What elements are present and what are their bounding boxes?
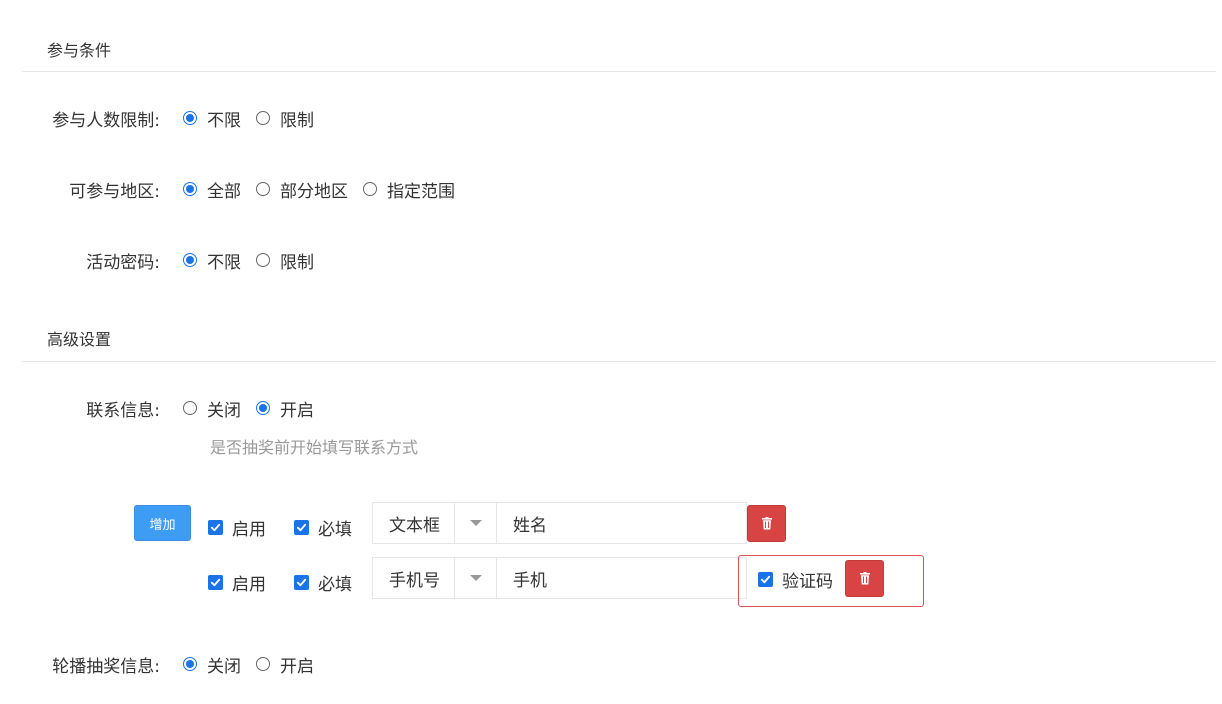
- checkbox-checked-icon[interactable]: [294, 574, 309, 590]
- trash-icon: [761, 517, 772, 530]
- radio-unchecked-icon[interactable]: [256, 182, 270, 196]
- field-row-name: 启用 必填: [208, 506, 364, 548]
- trash-icon: [859, 572, 870, 585]
- password-radio-group: 不限 限制: [183, 248, 329, 273]
- add-field-button[interactable]: 增加: [134, 505, 191, 541]
- checkbox-checked-icon[interactable]: [208, 574, 223, 590]
- radio-checked-icon[interactable]: [256, 401, 270, 415]
- section-divider: [22, 71, 1216, 72]
- delete-field-button[interactable]: [747, 505, 786, 542]
- password-option-unlimited[interactable]: 不限: [183, 248, 241, 273]
- region-row: 可参与地区: 全部 部分地区 指定范围: [0, 174, 470, 204]
- checkbox-checked-icon[interactable]: [294, 519, 309, 535]
- radio-unchecked-icon[interactable]: [183, 401, 197, 415]
- password-label: 活动密码:: [86, 252, 160, 273]
- field-type-value: 文本框: [373, 503, 455, 543]
- participant-limit-option-limited[interactable]: 限制: [256, 106, 314, 131]
- verify-code-checkbox[interactable]: 验证码: [758, 567, 833, 592]
- contact-info-radio-group: 关闭 开启: [183, 396, 329, 421]
- carousel-label: 轮播抽奖信息:: [52, 656, 160, 677]
- field-name-input[interactable]: [497, 558, 746, 598]
- contact-info-option-on[interactable]: 开启: [256, 396, 314, 421]
- carousel-row: 轮播抽奖信息: 关闭 开启: [0, 649, 329, 679]
- caret-down-icon[interactable]: [455, 558, 497, 598]
- participant-limit-label: 参与人数限制:: [52, 110, 160, 131]
- password-option-limited[interactable]: 限制: [256, 248, 314, 273]
- field-row-phone: 启用 必填: [208, 561, 364, 603]
- caret-down-icon[interactable]: [455, 503, 497, 543]
- radio-unchecked-icon[interactable]: [363, 182, 377, 196]
- field-enable-checkbox[interactable]: 启用: [208, 570, 266, 595]
- radio-checked-icon[interactable]: [183, 182, 197, 196]
- radio-unchecked-icon[interactable]: [256, 253, 270, 267]
- section-title-participation: 参与条件: [47, 41, 112, 60]
- field-required-checkbox[interactable]: 必填: [294, 570, 352, 595]
- section-divider: [22, 361, 1216, 362]
- section-title-advanced: 高级设置: [47, 330, 112, 349]
- password-row: 活动密码: 不限 限制: [0, 245, 329, 275]
- region-radio-group: 全部 部分地区 指定范围: [183, 177, 470, 202]
- field-required-checkbox[interactable]: 必填: [294, 515, 352, 540]
- region-option-partial[interactable]: 部分地区: [256, 177, 348, 202]
- participant-limit-radio-group: 不限 限制: [183, 106, 329, 131]
- participant-limit-option-unlimited[interactable]: 不限: [183, 106, 241, 131]
- carousel-option-on[interactable]: 开启: [256, 652, 314, 677]
- carousel-radio-group: 关闭 开启: [183, 652, 329, 677]
- carousel-option-off[interactable]: 关闭: [183, 652, 241, 677]
- radio-checked-icon[interactable]: [183, 657, 197, 671]
- field-type-select-phone[interactable]: 手机号: [372, 557, 747, 599]
- delete-field-button[interactable]: [845, 560, 884, 597]
- radio-unchecked-icon[interactable]: [256, 657, 270, 671]
- contact-info-option-off[interactable]: 关闭: [183, 396, 241, 421]
- region-option-all[interactable]: 全部: [183, 177, 241, 202]
- radio-checked-icon[interactable]: [183, 253, 197, 267]
- region-label: 可参与地区:: [69, 181, 160, 202]
- field-enable-checkbox[interactable]: 启用: [208, 515, 266, 540]
- radio-checked-icon[interactable]: [183, 111, 197, 125]
- checkbox-checked-icon[interactable]: [208, 519, 223, 535]
- field-type-value: 手机号: [373, 558, 455, 598]
- field-type-select-name[interactable]: 文本框: [372, 502, 747, 544]
- field-name-input[interactable]: [497, 503, 746, 543]
- contact-info-hint: 是否抽奖前开始填写联系方式: [210, 438, 419, 457]
- radio-unchecked-icon[interactable]: [256, 111, 270, 125]
- checkbox-checked-icon[interactable]: [758, 572, 773, 587]
- participant-limit-row: 参与人数限制: 不限 限制: [0, 103, 329, 133]
- contact-info-row: 联系信息: 关闭 开启: [0, 393, 329, 423]
- region-option-specified[interactable]: 指定范围: [363, 177, 455, 202]
- contact-info-label: 联系信息:: [86, 400, 160, 421]
